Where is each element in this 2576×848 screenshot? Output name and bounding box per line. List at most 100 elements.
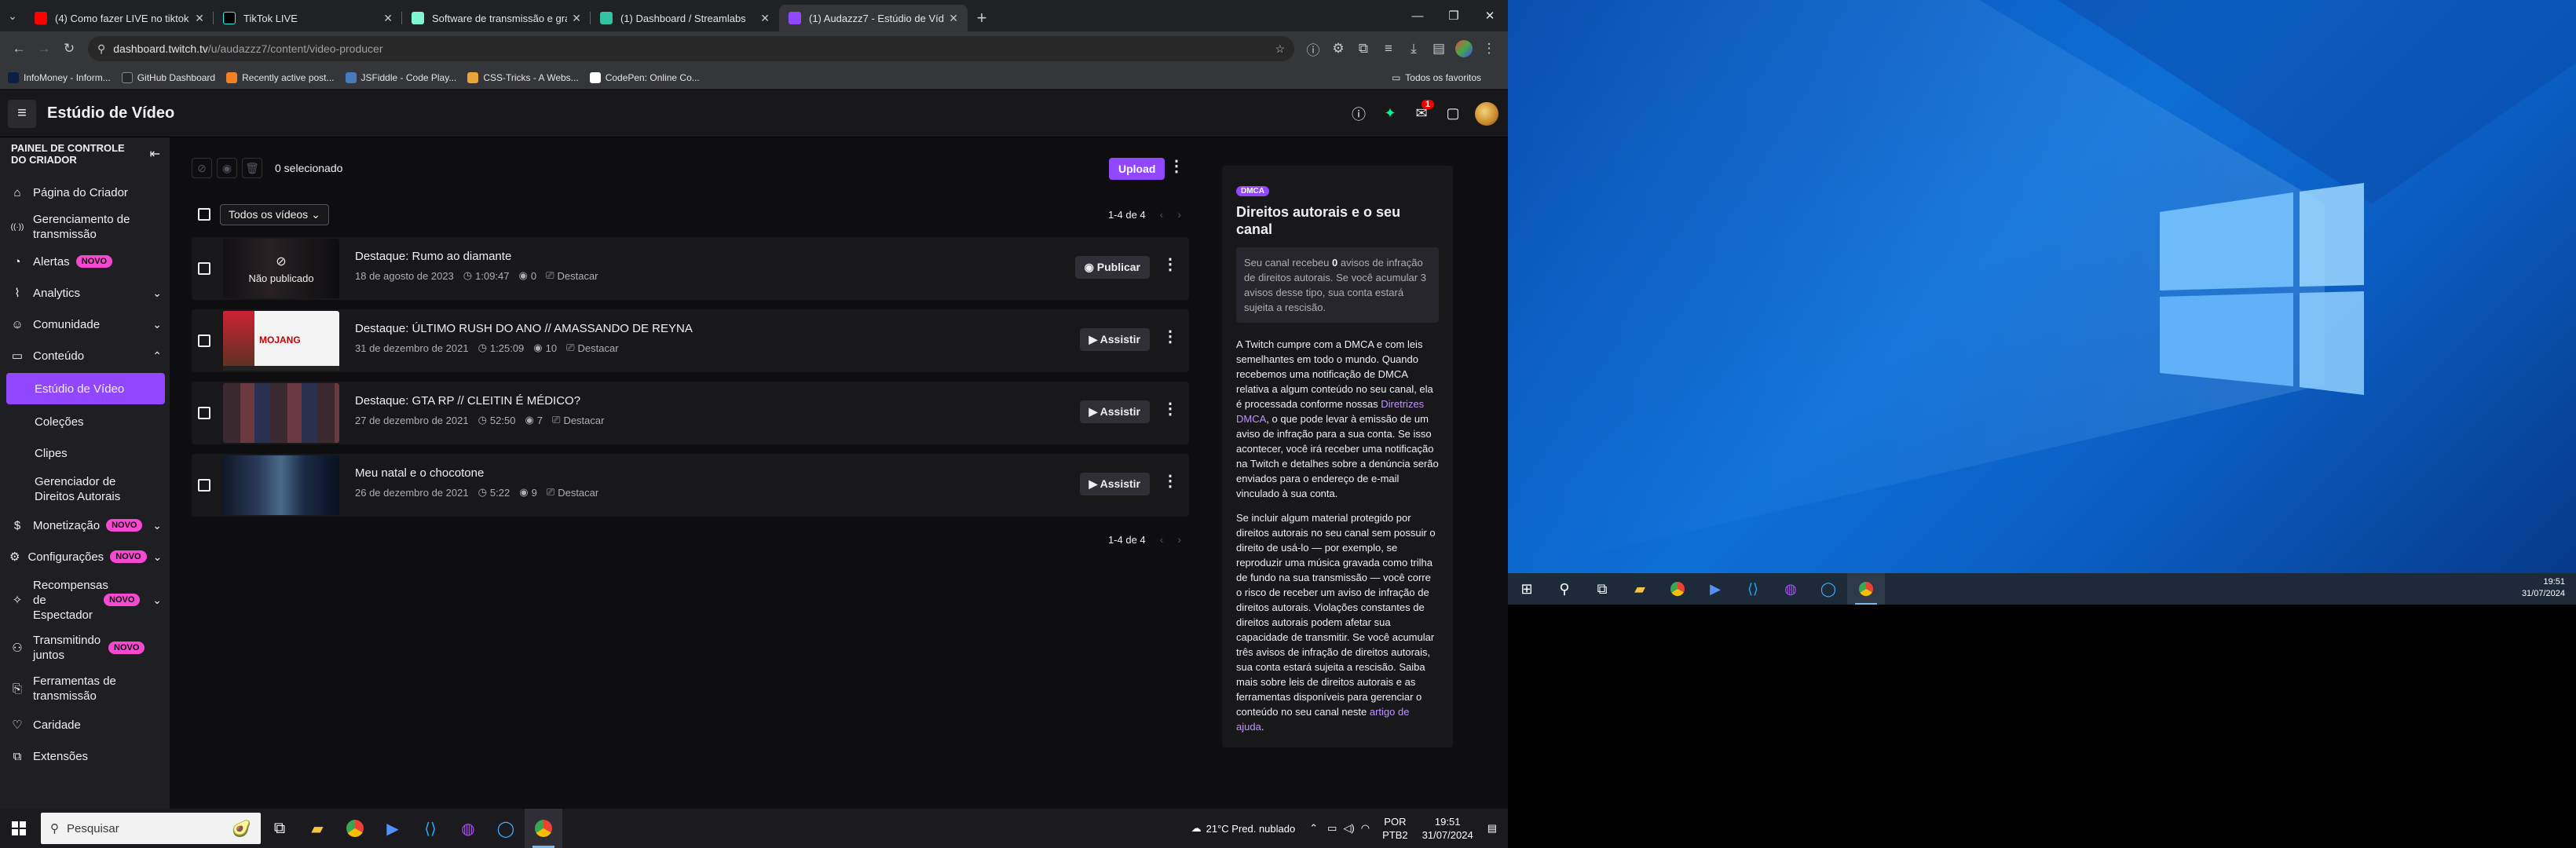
profile-avatar-icon[interactable] bbox=[1451, 36, 1476, 61]
bookmark-recent-posts[interactable]: Recently active post... bbox=[226, 71, 335, 83]
extension-info-icon[interactable]: ⓘ bbox=[1301, 36, 1326, 61]
app-icon[interactable]: ◍ bbox=[449, 809, 487, 848]
downloads-icon[interactable]: ⤓ bbox=[1401, 36, 1426, 61]
close-icon[interactable]: ✕ bbox=[949, 12, 958, 25]
video-row[interactable]: Destaque: GTA RP // CLEITIN É MÉDICO? 27… bbox=[192, 382, 1189, 444]
sidebar-item-alerts[interactable]: ◔ Alertas NOVO bbox=[0, 246, 170, 277]
creator-tools-icon[interactable]: ✦ bbox=[1376, 100, 1404, 128]
tray-overflow-icon[interactable]: ⌃ bbox=[1309, 822, 1318, 835]
video-title[interactable]: Destaque: ÚLTIMO RUSH DO ANO // AMASSAND… bbox=[355, 322, 693, 335]
task-view-icon[interactable]: ⧉ bbox=[261, 809, 298, 848]
sidebar-item-broadcast-tools[interactable]: ⎘ Ferramentas de transmissão bbox=[0, 668, 170, 709]
bookmark-jsfiddle[interactable]: JSFiddle - Code Play... bbox=[345, 71, 456, 83]
bookmark-infomoney[interactable]: InfoMoney - Inform... bbox=[8, 71, 111, 83]
video-options-icon[interactable]: ⋮ bbox=[1162, 399, 1178, 419]
cortana-icon[interactable]: ◯ bbox=[487, 809, 525, 848]
chrome-icon[interactable] bbox=[336, 809, 374, 848]
extensions-puzzle-icon[interactable]: ⧉ bbox=[1351, 36, 1376, 61]
video-thumbnail[interactable]: ⊘ Não publicado bbox=[223, 239, 339, 298]
vscode-icon[interactable]: ⟨⟩ bbox=[1734, 573, 1772, 605]
wifi-icon[interactable]: ◠ bbox=[1361, 822, 1370, 835]
sidebar-item-stream-together[interactable]: ⚇ Transmitindo juntos NOVO bbox=[0, 627, 170, 668]
chrome-active-icon[interactable] bbox=[525, 809, 562, 848]
chrome-icon[interactable] bbox=[1659, 573, 1696, 605]
sidebar-item-content[interactable]: ▭ Conteúdo ⌃ bbox=[0, 340, 170, 371]
extension-icon[interactable]: ⚙ bbox=[1326, 36, 1351, 61]
media-icon[interactable]: ≡ bbox=[1376, 36, 1401, 61]
sidebar-item-community[interactable]: ☺ Comunidade ⌄ bbox=[0, 309, 170, 340]
publish-button[interactable]: ◉ Publicar bbox=[1074, 256, 1150, 279]
video-thumbnail[interactable] bbox=[223, 455, 339, 515]
notifications-icon[interactable]: ▤ bbox=[1487, 822, 1497, 835]
cortana-icon[interactable]: ◯ bbox=[1809, 573, 1847, 605]
browser-tab-youtube[interactable]: (4) Como fazer LIVE no tiktok p ✕ bbox=[25, 5, 214, 31]
task-view-icon[interactable]: ⧉ bbox=[1583, 573, 1621, 605]
file-explorer-icon[interactable]: ▰ bbox=[298, 809, 336, 848]
minimize-icon[interactable]: — bbox=[1400, 0, 1436, 31]
close-window-icon[interactable]: ✕ bbox=[1472, 0, 1508, 31]
delete-icon[interactable]: 🗑 bbox=[242, 158, 262, 178]
vscode-icon[interactable]: ⟨⟩ bbox=[412, 809, 449, 848]
prev-page-icon[interactable]: ‹ bbox=[1160, 208, 1164, 221]
bookmark-css-tricks[interactable]: CSS-Tricks - A Webs... bbox=[467, 71, 579, 83]
video-title[interactable]: Destaque: GTA RP // CLEITIN É MÉDICO? bbox=[355, 394, 613, 408]
browser-tab-streamlabs-dashboard[interactable]: (1) Dashboard / Streamlabs ✕ bbox=[591, 5, 779, 31]
reload-icon[interactable]: ↻ bbox=[57, 36, 82, 61]
prev-page-icon[interactable]: ‹ bbox=[1160, 533, 1164, 546]
watch-button[interactable]: ▶ Assistir bbox=[1079, 328, 1150, 351]
network-icon[interactable]: ▭ bbox=[1327, 822, 1337, 835]
video-options-icon[interactable]: ⋮ bbox=[1162, 254, 1178, 274]
close-icon[interactable]: ✕ bbox=[383, 12, 393, 25]
sidebar-item-settings[interactable]: ⚙ Configurações NOVO ⌄ bbox=[0, 541, 170, 572]
bookmark-codepen[interactable]: CodePen: Online Co... bbox=[589, 71, 700, 83]
sidebar-item-rights-manager[interactable]: Gerenciador de Direitos Autorais bbox=[0, 469, 157, 510]
search-icon[interactable]: ⚲ bbox=[1546, 573, 1583, 605]
select-all-checkbox[interactable] bbox=[198, 208, 210, 221]
upload-button[interactable]: Upload bbox=[1109, 158, 1165, 180]
weather-text[interactable]: 21°C Pred. nublado bbox=[1206, 823, 1296, 835]
more-options-icon[interactable]: ⋮ bbox=[1169, 156, 1184, 176]
video-title[interactable]: Meu natal e o chocotone bbox=[355, 466, 608, 480]
inbox-icon[interactable]: ✉ 1 bbox=[1407, 99, 1436, 128]
bookmark-star-icon[interactable]: ☆ bbox=[1275, 42, 1285, 56]
close-icon[interactable]: ✕ bbox=[572, 12, 581, 25]
video-type-dropdown[interactable]: Todos os vídeos ⌄ bbox=[220, 203, 329, 225]
video-row[interactable]: MOJANG Destaque: ÚLTIMO RUSH DO ANO // A… bbox=[192, 309, 1189, 372]
unpublish-icon[interactable]: ⊘ bbox=[192, 158, 212, 178]
sidebar-item-extensions[interactable]: ⧉ Extensões bbox=[0, 740, 170, 772]
sidebar-item-creator-page[interactable]: ⌂ Página do Criador bbox=[0, 177, 170, 208]
next-page-icon[interactable]: › bbox=[1177, 208, 1181, 221]
address-bar[interactable]: ⚲ dashboard.twitch.tv/u/audazzz7/content… bbox=[88, 36, 1294, 61]
sidebar-item-collections[interactable]: Coleções bbox=[0, 406, 170, 437]
video-row[interactable]: ⊘ Não publicado Destaque: Rumo ao diaman… bbox=[192, 237, 1189, 300]
browser-tab-tiktok[interactable]: TikTok LIVE ✕ bbox=[214, 5, 402, 31]
windows-start-icon[interactable] bbox=[0, 809, 38, 848]
app-icon[interactable]: ◍ bbox=[1772, 573, 1809, 605]
new-tab-button[interactable]: + bbox=[968, 5, 996, 31]
sidebar-item-charity[interactable]: ♡ Caridade bbox=[0, 709, 170, 740]
taskbar-search-box[interactable]: ⚲ Pesquisar 🥑 bbox=[41, 813, 261, 844]
sidebar-item-monetization[interactable]: $ Monetização NOVO ⌄ bbox=[0, 510, 170, 541]
chrome-active-icon[interactable] bbox=[1847, 573, 1885, 605]
whispers-icon[interactable]: ▢ bbox=[1439, 100, 1467, 128]
menu-hamburger-icon[interactable]: ≡ bbox=[8, 99, 36, 128]
volume-icon[interactable]: ◁) bbox=[1343, 822, 1354, 835]
sidebar-item-viewer-rewards[interactable]: ✧ Recompensas de Espectador NOVO ⌄ bbox=[0, 572, 170, 627]
chrome-menu-icon[interactable]: ⋮ bbox=[1476, 36, 1502, 61]
visibility-icon[interactable]: ◉ bbox=[217, 158, 237, 178]
side-panel-icon[interactable]: ▤ bbox=[1426, 36, 1451, 61]
user-avatar[interactable] bbox=[1475, 101, 1498, 126]
next-page-icon[interactable]: › bbox=[1177, 533, 1181, 546]
close-icon[interactable]: ✕ bbox=[195, 12, 204, 25]
video-thumbnail[interactable]: MOJANG bbox=[223, 311, 339, 371]
forward-icon[interactable]: → bbox=[31, 36, 57, 61]
video-checkbox[interactable] bbox=[198, 407, 210, 419]
video-title[interactable]: Destaque: Rumo ao diamante bbox=[355, 250, 608, 263]
sidebar-item-stream-manager[interactable]: ((·)) Gerenciamento de transmissão bbox=[0, 208, 170, 246]
video-options-icon[interactable]: ⋮ bbox=[1162, 327, 1178, 346]
video-checkbox[interactable] bbox=[198, 262, 210, 275]
sidebar-item-analytics[interactable]: ⌇ Analytics ⌄ bbox=[0, 277, 170, 309]
browser-tab-streamlabs-software[interactable]: Software de transmissão e gra ✕ bbox=[402, 5, 591, 31]
watch-button[interactable]: ▶ Assistir bbox=[1079, 400, 1150, 423]
all-bookmarks-folder[interactable]: ▭ Todos os favoritos bbox=[1392, 72, 1481, 83]
